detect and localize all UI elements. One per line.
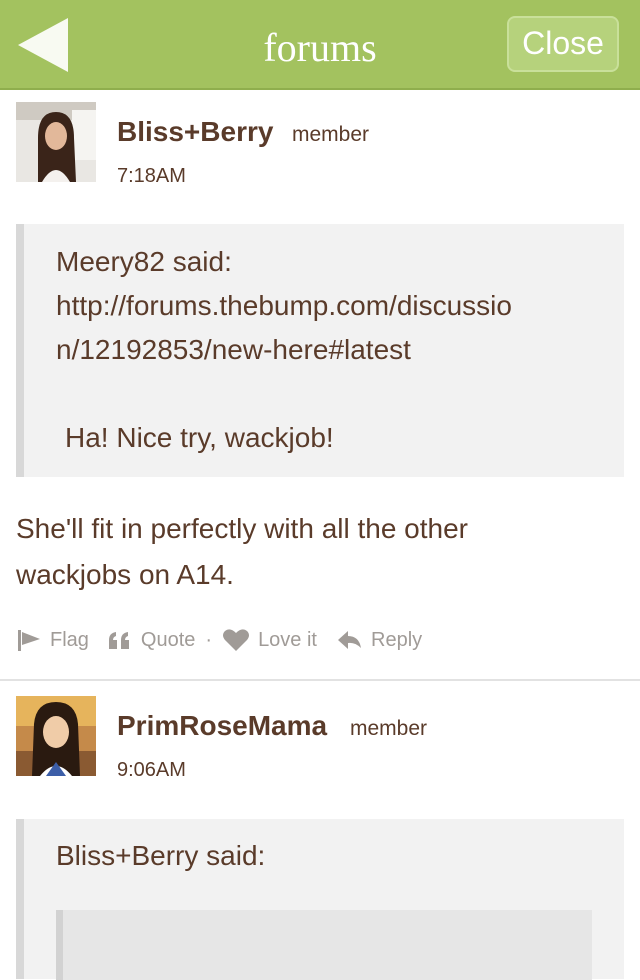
post-time: 9:06AM [117, 759, 186, 781]
quote-text: Bliss+Berry said: [56, 834, 265, 878]
separator: · [205, 628, 213, 651]
quote-button[interactable]: Quote [107, 629, 195, 652]
quote-label: Quote [140, 628, 196, 651]
love-it-label: Love it [258, 628, 317, 651]
app-header: forums Close [0, 0, 640, 90]
quote-line: Ha! Nice try, wackjob! [65, 422, 334, 453]
post-author[interactable]: Bliss+Berry [117, 116, 273, 148]
body-line: wackjobs on A14. [16, 559, 234, 590]
reply-button[interactable]: Reply [337, 629, 422, 652]
heart-icon [223, 629, 250, 651]
post-divider [0, 679, 640, 681]
flag-button[interactable]: Flag [16, 628, 89, 652]
reply-label: Reply [371, 628, 423, 651]
quote-link[interactable]: http://forums.thebump.com/discussio [56, 284, 512, 328]
reply-icon [338, 631, 361, 649]
quote-attribution: Meery82 said: [56, 246, 232, 277]
post-author[interactable]: PrimRoseMama [117, 710, 327, 742]
body-line: She'll fit in perfectly with all the oth… [16, 513, 469, 544]
quote-block: Meery82 said: http://forums.thebump.com/… [16, 224, 624, 477]
quote-blank [56, 372, 512, 416]
post-time: 7:18AM [117, 165, 186, 187]
quote-icon [108, 632, 129, 649]
quote-attribution: Bliss+Berry said: [56, 840, 266, 871]
member-role: member [350, 717, 428, 740]
avatar[interactable] [16, 696, 96, 776]
close-button[interactable]: Close [507, 16, 619, 72]
love-it-button[interactable]: Love it [222, 628, 317, 652]
nested-quote-block [56, 910, 592, 980]
quote-link[interactable]: n/12192853/new-here#latest [56, 328, 512, 372]
avatar[interactable] [16, 102, 96, 182]
post-body: She'll fit in perfectly with all the oth… [16, 506, 468, 598]
flag-icon [18, 630, 40, 651]
post-actions: Flag Quote · Love it Reply [16, 628, 422, 652]
member-role: member [292, 123, 370, 146]
quote-text: Meery82 said: http://forums.thebump.com/… [56, 240, 512, 460]
flag-label: Flag [50, 628, 89, 651]
